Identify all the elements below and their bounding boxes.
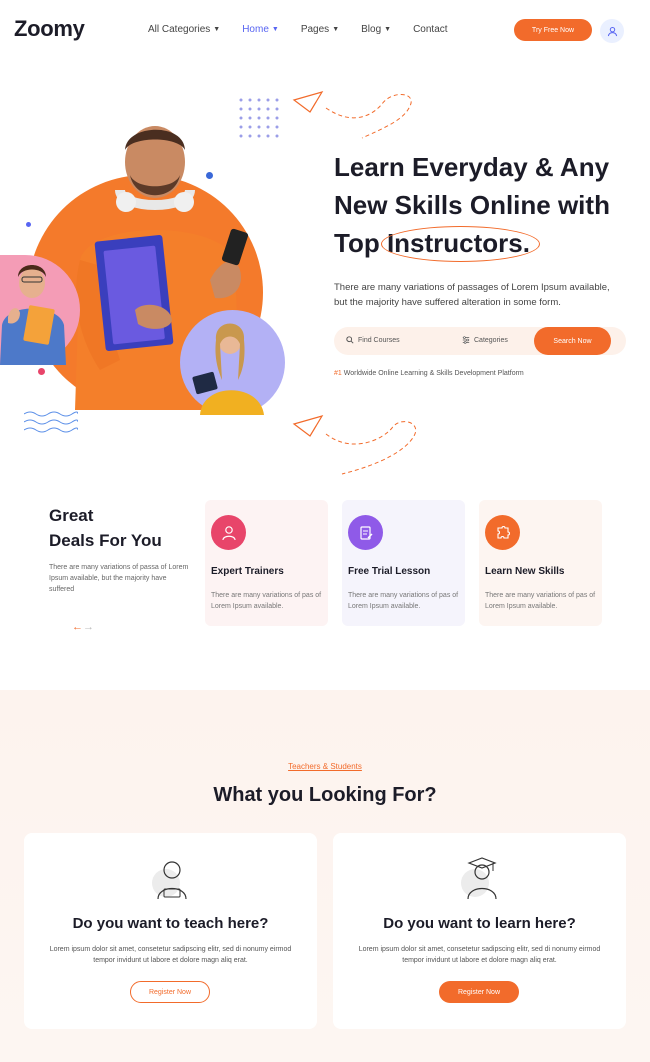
teacher-icon: [24, 853, 317, 903]
try-free-button[interactable]: Try Free Now: [514, 19, 592, 41]
logo[interactable]: Zoomy: [14, 16, 85, 42]
section-title: What you Looking For?: [213, 784, 437, 806]
search-now-button[interactable]: Search Now: [534, 327, 611, 355]
puzzle-icon: [485, 515, 520, 550]
filter-icon: [462, 336, 470, 344]
graduate-icon: [333, 853, 626, 903]
chevron-down-icon: ▼: [213, 26, 221, 33]
circled-highlight: Instructors.: [380, 224, 541, 262]
nav-item-pages[interactable]: Pages ▼: [301, 24, 339, 35]
trainer-icon: [211, 515, 246, 550]
card-title: Do you want to learn here?: [383, 915, 576, 932]
decorative-dot: [38, 368, 45, 375]
learn-card: Do you want to learn here? Lorem ipsum d…: [333, 833, 626, 1029]
search-icon: [346, 336, 354, 344]
user-icon: [607, 26, 617, 36]
arrow-right-icon[interactable]: →: [83, 621, 94, 633]
register-student-button[interactable]: Register Now: [439, 981, 519, 1003]
hero-title: Learn Everyday & Any New Skills Online w…: [334, 148, 634, 262]
course-search-bar: Find Courses Categories Search Now: [334, 327, 626, 355]
nav-item-blog[interactable]: Blog ▼: [361, 24, 391, 35]
paper-plane-icon: [292, 415, 417, 475]
deals-title: Great Deals For You: [49, 506, 162, 550]
student-with-tablet-image: [192, 323, 264, 415]
site-header: Zoomy All Categories ▼ Home ▼ Pages ▼ Blog ▼…: [0, 0, 650, 60]
paper-plane-icon: [292, 91, 412, 139]
wave-decoration: [24, 411, 78, 433]
hero-tagline: #1 Worldwide Online Learning & Skills De…: [334, 370, 524, 377]
user-account-button[interactable]: [600, 19, 624, 43]
chevron-down-icon: ▼: [384, 26, 392, 33]
deals-description: There are many variations of passa of Lo…: [49, 564, 189, 593]
deal-card-learn-new-skills[interactable]: Learn New Skills There are many variatio…: [479, 500, 602, 626]
main-nav: All Categories ▼ Home ▼ Pages ▼ Blog ▼ Conta…: [148, 24, 470, 35]
nav-item-contact[interactable]: Contact: [413, 24, 447, 35]
card-title: Do you want to teach here?: [72, 915, 269, 932]
student-with-folder-image: [0, 265, 66, 365]
nav-item-home[interactable]: Home ▼: [242, 24, 279, 35]
carousel-arrows: ←→: [72, 621, 94, 633]
deal-card-free-trial-lesson[interactable]: Free Trial Lesson There are many variati…: [342, 500, 465, 626]
hero-description: There are many variations of passages of…: [334, 282, 610, 308]
chevron-down-icon: ▼: [271, 26, 279, 33]
teach-card: Do you want to teach here? Lorem ipsum d…: [24, 833, 317, 1029]
chevron-down-icon: ▼: [332, 26, 340, 33]
register-teacher-button[interactable]: Register Now: [130, 981, 210, 1003]
section-subtitle[interactable]: Teachers & Students: [0, 762, 650, 771]
card-description: Lorem ipsum dolor sit amet, consetetur s…: [49, 946, 292, 964]
arrow-left-icon[interactable]: ←: [72, 621, 83, 633]
document-edit-icon: [348, 515, 383, 550]
category-select[interactable]: Categories: [462, 336, 508, 344]
nav-item-all-categories[interactable]: All Categories ▼: [148, 24, 220, 35]
deal-card-expert-trainers[interactable]: Expert Trainers There are many variation…: [205, 500, 328, 626]
card-description: Lorem ipsum dolor sit amet, consetetur s…: [358, 946, 601, 964]
course-search-input[interactable]: Find Courses: [346, 336, 400, 344]
decorative-dot: [26, 222, 31, 227]
